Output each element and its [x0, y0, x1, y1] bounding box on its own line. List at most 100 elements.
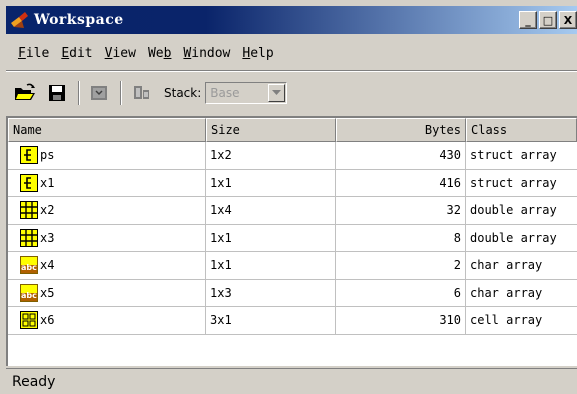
status-text: Ready [12, 373, 56, 390]
menu-file-label: ile [25, 46, 50, 61]
table-row[interactable]: ps 1x2 430 struct array [8, 142, 577, 170]
variable-name: x3 [40, 230, 55, 245]
menu-web-mnemonic: b [163, 46, 172, 61]
menu-file-mnemonic: F [18, 46, 26, 61]
cell-bytes: 416 [336, 169, 466, 196]
cell-name[interactable]: x1 [8, 169, 206, 196]
title-bar[interactable]: Workspace _ □ X [6, 6, 577, 34]
menu-help[interactable]: Help [236, 44, 279, 66]
variable-name: x6 [40, 313, 55, 328]
menu-edit[interactable]: Edit [55, 44, 98, 66]
chevron-down-icon [272, 90, 282, 95]
maximize-glyph: □ [542, 13, 554, 27]
close-glyph: X [563, 13, 573, 27]
cell-size: 1x2 [206, 142, 336, 169]
table-body: ps 1x2 430 struct array x1 1x1 416 struct array… [8, 142, 577, 335]
workspace-window: Workspace _ □ X File Edit View Web Windo… [0, 0, 577, 394]
status-bar: Ready [6, 368, 577, 394]
table-header: Name Size Bytes Class [8, 118, 577, 142]
dropdown-arrow[interactable] [268, 84, 286, 102]
column-header-name[interactable]: Name [8, 118, 206, 142]
minimize-button[interactable]: _ [519, 11, 537, 29]
toolbar-separator [78, 81, 80, 105]
import-data-button[interactable] [86, 80, 112, 106]
variable-name: x4 [40, 258, 55, 273]
column-header-class[interactable]: Class [466, 118, 577, 142]
floppy-disk-icon [49, 85, 65, 101]
cell-size: 1x1 [206, 169, 336, 196]
double-grid-icon [20, 228, 38, 247]
menu-view-label: iew [112, 46, 136, 61]
maximize-button[interactable]: □ [539, 11, 557, 29]
variable-name: x2 [40, 203, 55, 218]
stack-label: Stack: [164, 86, 202, 100]
variable-name: x5 [40, 285, 55, 300]
struct-icon [20, 173, 38, 192]
cell-icon [20, 311, 38, 330]
cell-name[interactable]: abc x4 [8, 252, 206, 279]
table-row[interactable]: x1 1x1 416 struct array [8, 169, 577, 197]
cell-name[interactable]: abc x5 [8, 279, 206, 306]
table-row[interactable]: abc x4 1x1 2 char array [8, 252, 577, 280]
menu-edit-mnemonic: E [61, 46, 70, 61]
menu-web[interactable]: Web [142, 44, 177, 66]
variable-name: x1 [40, 175, 55, 190]
cell-class: char array [470, 285, 543, 300]
cell-name[interactable]: x6 [8, 307, 206, 334]
stack-value: Base [210, 86, 240, 100]
table-row[interactable]: x2 1x4 32 double array [8, 197, 577, 225]
save-button[interactable] [44, 80, 70, 106]
menu-window[interactable]: Window [177, 44, 236, 66]
table-row[interactable]: x3 1x1 8 double array [8, 224, 577, 252]
window-title: Workspace [34, 12, 124, 28]
import-data-icon [91, 86, 107, 100]
stack-dropdown[interactable]: Base [205, 82, 288, 104]
cell-name[interactable]: x3 [8, 224, 206, 251]
variables-table: Name Size Bytes Class ps 1x2 430 struct arr… [6, 116, 577, 366]
cell-bytes: 32 [336, 197, 466, 224]
close-button[interactable]: X [559, 11, 577, 29]
toolbar-separator [120, 81, 122, 105]
cell-class: char array [470, 258, 543, 273]
cell-bytes: 430 [336, 142, 466, 169]
cell-class: double array [470, 203, 557, 218]
cell-size: 1x4 [206, 197, 336, 224]
menu-window-label: indow [191, 46, 231, 61]
menu-file[interactable]: File [12, 44, 55, 66]
column-header-bytes[interactable]: Bytes [336, 118, 466, 142]
cell-size: 1x3 [206, 279, 336, 306]
cell-bytes: 310 [336, 307, 466, 334]
matlab-logo-icon [10, 10, 30, 30]
cell-class: cell array [470, 313, 543, 328]
cell-class: struct array [470, 175, 557, 190]
table-row[interactable]: x6 3x1 310 cell array [8, 307, 577, 335]
cell-name[interactable]: ps [8, 142, 206, 169]
menu-web-label: We [147, 46, 164, 61]
minimize-glyph: _ [525, 13, 531, 27]
toolbar: Stack: Base [6, 74, 577, 112]
svg-text:abc: abc [21, 291, 37, 300]
delete-variable-button[interactable] [128, 80, 154, 106]
cell-bytes: 6 [336, 279, 466, 306]
abc-icon: abc [20, 256, 38, 275]
toolbar-divider [6, 70, 577, 72]
cell-bytes: 2 [336, 252, 466, 279]
double-grid-icon [20, 201, 38, 220]
variable-name: ps [40, 148, 55, 163]
menu-view[interactable]: View [99, 44, 142, 66]
cell-class: double array [470, 230, 557, 245]
menu-edit-label: dit [69, 46, 93, 61]
cell-bytes: 8 [336, 224, 466, 251]
cell-size: 1x1 [206, 252, 336, 279]
abc-icon: abc [20, 283, 38, 302]
table-row[interactable]: abc x5 1x3 6 char array [8, 279, 577, 307]
menu-bar: File Edit View Web Window Help [12, 44, 280, 66]
open-folder-button[interactable] [12, 80, 38, 106]
cell-size: 1x1 [206, 224, 336, 251]
cell-name[interactable]: x2 [8, 197, 206, 224]
svg-text:abc: abc [21, 263, 37, 272]
cell-size: 3x1 [206, 307, 336, 334]
column-header-size[interactable]: Size [206, 118, 336, 142]
menu-help-label: elp [250, 46, 274, 61]
cell-class: struct array [470, 148, 557, 163]
